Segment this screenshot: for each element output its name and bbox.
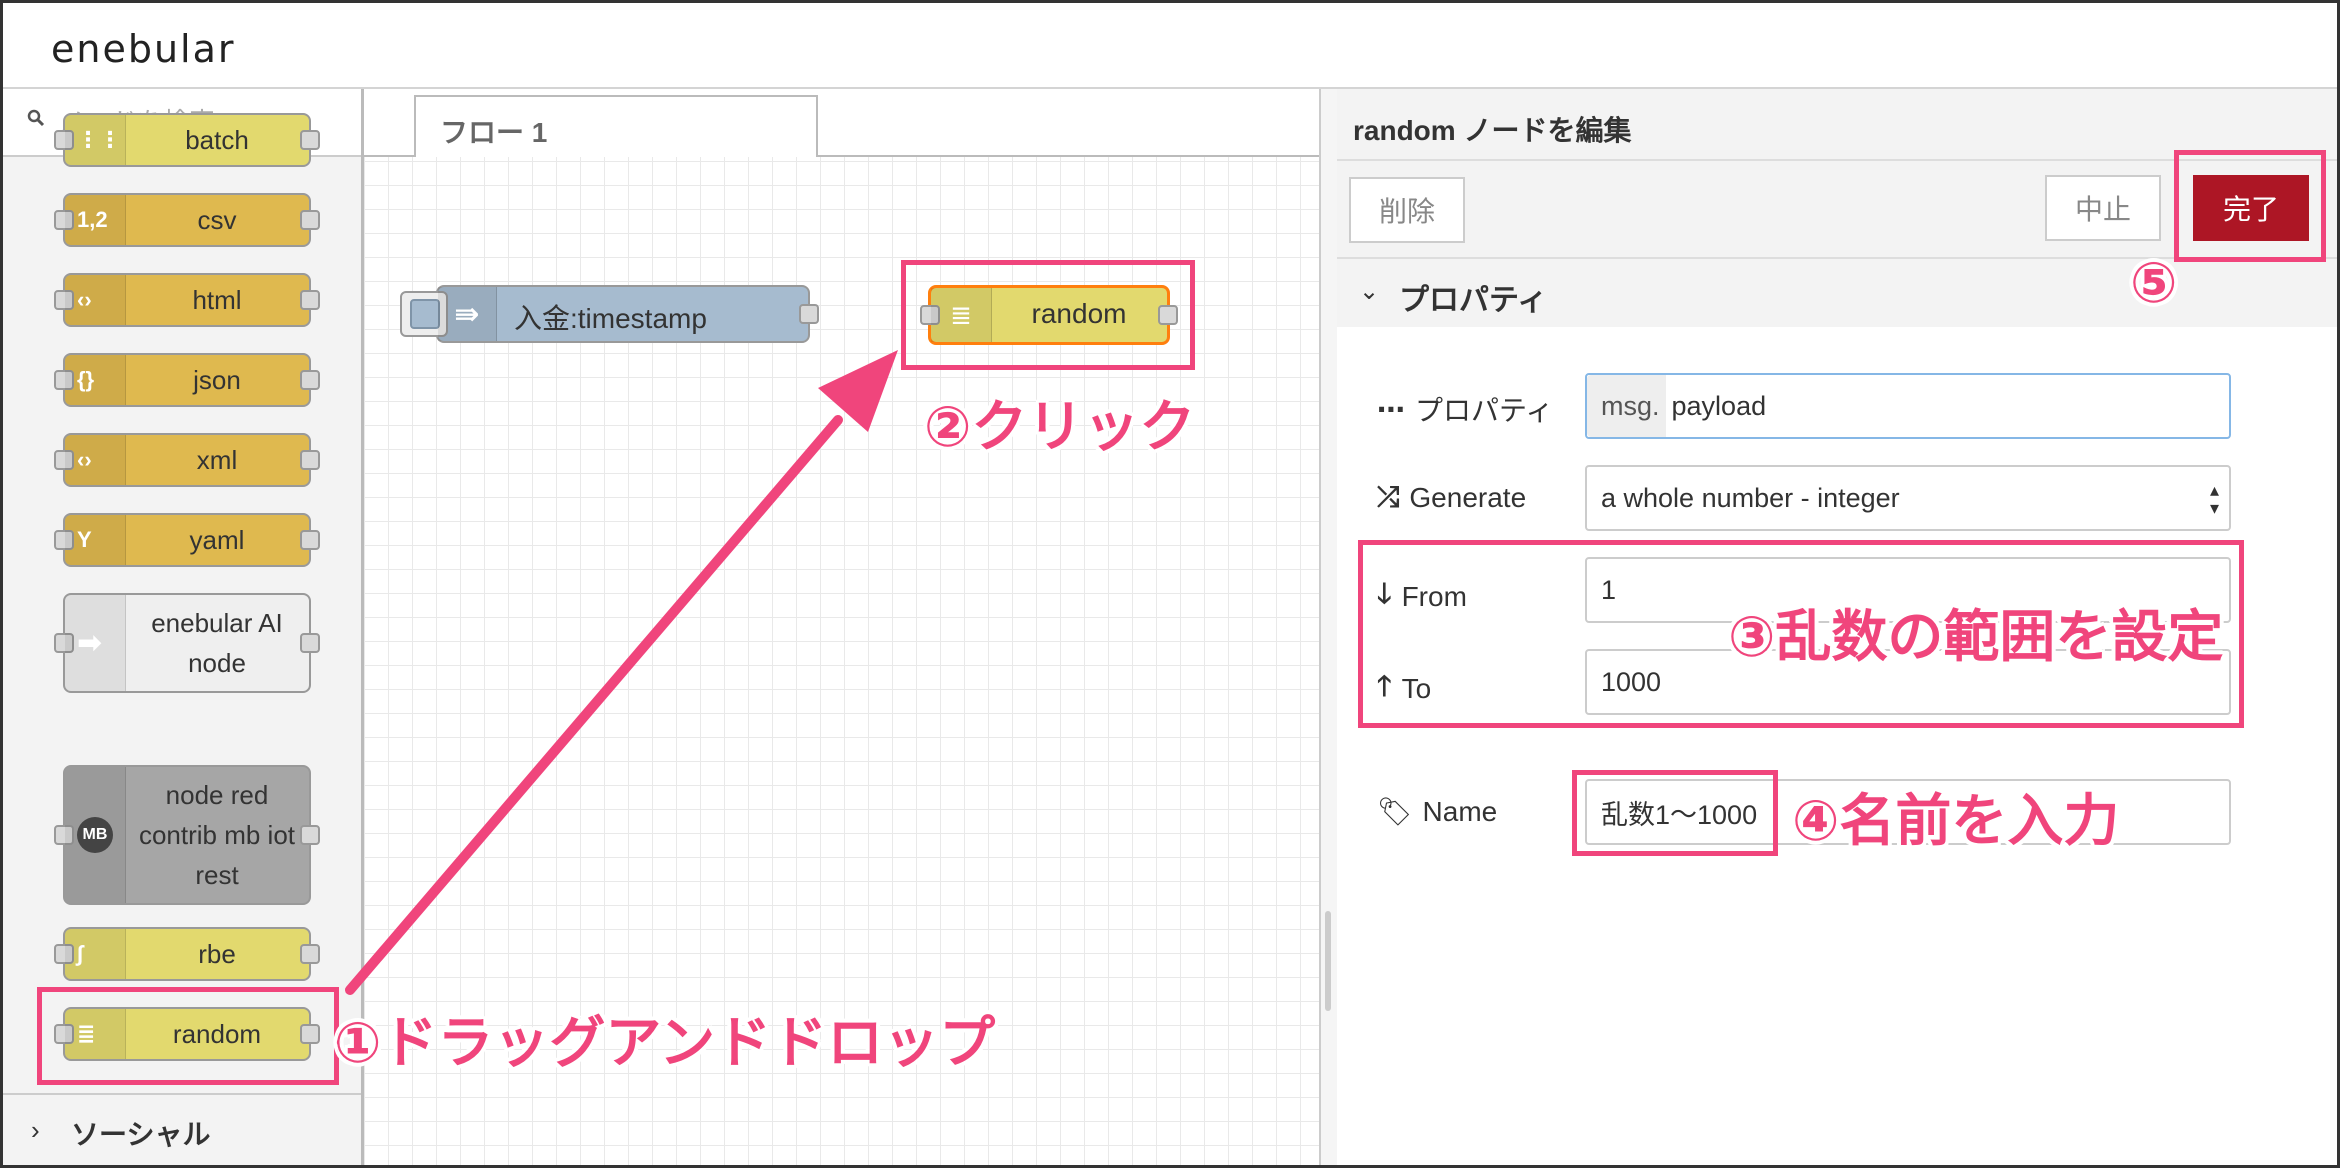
annotation-step2: ②クリック [924, 395, 1196, 458]
annotation-step5: ⑤ [2130, 251, 2178, 314]
highlight-palette-random [37, 987, 339, 1085]
highlight-done-button [2174, 150, 2326, 262]
annotation-step3: ③乱数の範囲を設定 [1728, 605, 2224, 668]
highlight-workspace-random [901, 260, 1195, 370]
annotation-step4: ④名前を入力 [1792, 789, 2120, 852]
annotation-step1: ①ドラッグアンドドロップ [334, 1011, 996, 1074]
highlight-name [1572, 770, 1778, 856]
